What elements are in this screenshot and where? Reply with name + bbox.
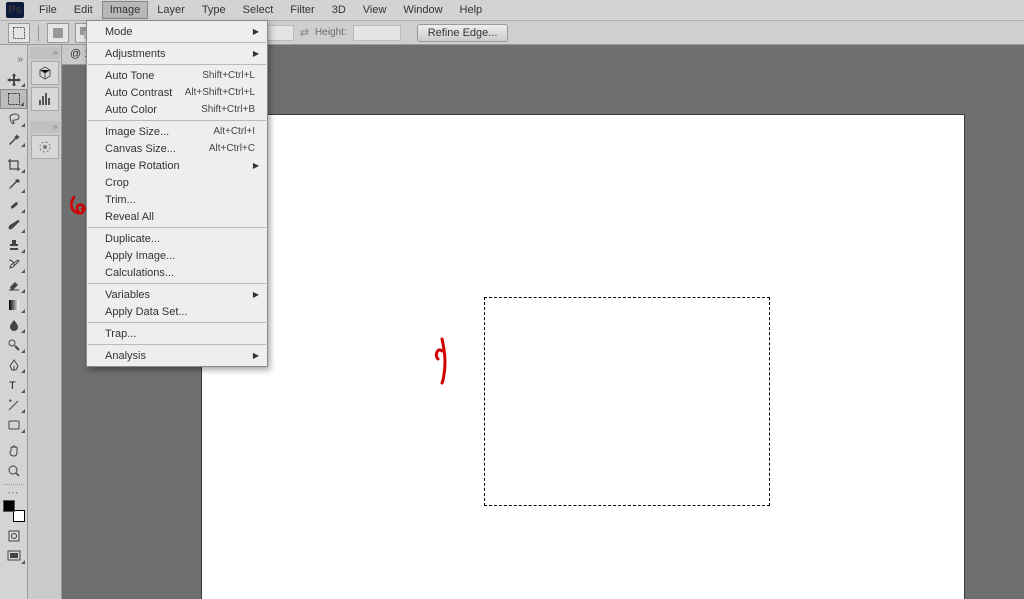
- menuitem-image-rotation[interactable]: Image Rotation: [87, 157, 267, 174]
- menuitem-trap: Trap...: [87, 325, 267, 342]
- tool-shape[interactable]: [0, 415, 27, 435]
- menu-view[interactable]: View: [355, 1, 395, 19]
- tool-history-brush[interactable]: [0, 255, 27, 275]
- menu-help[interactable]: Help: [452, 1, 491, 19]
- tool-brush[interactable]: [0, 215, 27, 235]
- tool-eyedropper[interactable]: [0, 175, 27, 195]
- menu-filter[interactable]: Filter: [282, 1, 322, 19]
- menu-layer[interactable]: Layer: [149, 1, 193, 19]
- expand-icon: »: [53, 122, 57, 131]
- tool-move[interactable]: [0, 69, 27, 89]
- panel-dock: » »: [28, 45, 62, 599]
- panel-histogram-icon[interactable]: [31, 87, 59, 111]
- menuitem-reveal-all[interactable]: Reveal All: [87, 208, 267, 225]
- height-label: Height:: [315, 27, 347, 38]
- menuitem-calculations[interactable]: Calculations...: [87, 264, 267, 281]
- tools-panel: » T ⋯: [0, 45, 28, 599]
- tool-eraser[interactable]: [0, 275, 27, 295]
- svg-text:T: T: [9, 380, 16, 392]
- menuitem-apply-image[interactable]: Apply Image...: [87, 247, 267, 264]
- menu-type[interactable]: Type: [194, 1, 234, 19]
- menuitem-apply-data-set: Apply Data Set...: [87, 303, 267, 320]
- tool-type[interactable]: T: [0, 375, 27, 395]
- foreground-color-swatch[interactable]: [3, 500, 15, 512]
- tool-dodge[interactable]: [0, 335, 27, 355]
- tool-lasso[interactable]: [0, 109, 27, 129]
- panel-group-header-2[interactable]: »: [30, 121, 60, 133]
- expand-icon: »: [53, 48, 57, 57]
- menuitem-duplicate[interactable]: Duplicate...: [87, 230, 267, 247]
- tool-pen[interactable]: [0, 355, 27, 375]
- refine-edge-button[interactable]: Refine Edge...: [417, 24, 509, 42]
- menubar: Ps File Edit Image Layer Type Select Fil…: [0, 0, 1024, 20]
- tool-blur[interactable]: [0, 315, 27, 335]
- height-field[interactable]: [353, 25, 401, 41]
- color-swatches[interactable]: [3, 500, 25, 522]
- menuitem-analysis[interactable]: Analysis: [87, 347, 267, 364]
- menu-image[interactable]: Image: [102, 1, 149, 19]
- canvas[interactable]: [202, 115, 964, 599]
- image-menu-dropdown: Mode Adjustments Auto ToneShift+Ctrl+L A…: [86, 20, 268, 367]
- menuitem-crop[interactable]: Crop: [87, 174, 267, 191]
- tools-collapse-icon[interactable]: »: [0, 49, 27, 69]
- menuitem-mode[interactable]: Mode: [87, 23, 267, 40]
- separator: [38, 25, 39, 41]
- screenmode-toggle[interactable]: [0, 546, 27, 566]
- panel-group-header[interactable]: »: [30, 47, 60, 59]
- menu-file[interactable]: File: [31, 1, 65, 19]
- selection-marquee: [484, 297, 770, 506]
- panel-layers-icon[interactable]: [31, 135, 59, 159]
- menu-window[interactable]: Window: [395, 1, 450, 19]
- tool-healing[interactable]: [0, 195, 27, 215]
- menu-3d[interactable]: 3D: [324, 1, 354, 19]
- menuitem-canvas-size[interactable]: Canvas Size...Alt+Ctrl+C: [87, 140, 267, 157]
- tool-zoom[interactable]: [0, 461, 27, 481]
- tools-more-icon[interactable]: ⋯: [0, 488, 27, 496]
- menuitem-auto-tone[interactable]: Auto ToneShift+Ctrl+L: [87, 67, 267, 84]
- tool-crop[interactable]: [0, 155, 27, 175]
- quickmask-toggle[interactable]: [0, 526, 27, 546]
- menuitem-trim[interactable]: Trim...: [87, 191, 267, 208]
- menuitem-variables[interactable]: Variables: [87, 286, 267, 303]
- menuitem-auto-color[interactable]: Auto ColorShift+Ctrl+B: [87, 101, 267, 118]
- menu-edit[interactable]: Edit: [66, 1, 101, 19]
- tool-path[interactable]: [0, 395, 27, 415]
- panel-3d-icon[interactable]: [31, 61, 59, 85]
- tool-gradient[interactable]: [0, 295, 27, 315]
- menuitem-auto-contrast[interactable]: Auto ContrastAlt+Shift+Ctrl+L: [87, 84, 267, 101]
- chevron-right-icon: »: [17, 54, 27, 65]
- marquee-preset-icon[interactable]: [8, 23, 30, 43]
- tool-stamp[interactable]: [0, 235, 27, 255]
- swap-wh-icon[interactable]: ⇄: [300, 26, 309, 39]
- menu-select[interactable]: Select: [235, 1, 282, 19]
- app-logo: Ps: [6, 2, 24, 18]
- tool-marquee[interactable]: [0, 89, 27, 109]
- tool-wand[interactable]: [0, 129, 27, 149]
- new-selection-icon[interactable]: [47, 23, 69, 43]
- annotation-scribble: [428, 337, 456, 385]
- menuitem-adjustments[interactable]: Adjustments: [87, 45, 267, 62]
- tool-hand[interactable]: [0, 441, 27, 461]
- menuitem-image-size[interactable]: Image Size...Alt+Ctrl+I: [87, 123, 267, 140]
